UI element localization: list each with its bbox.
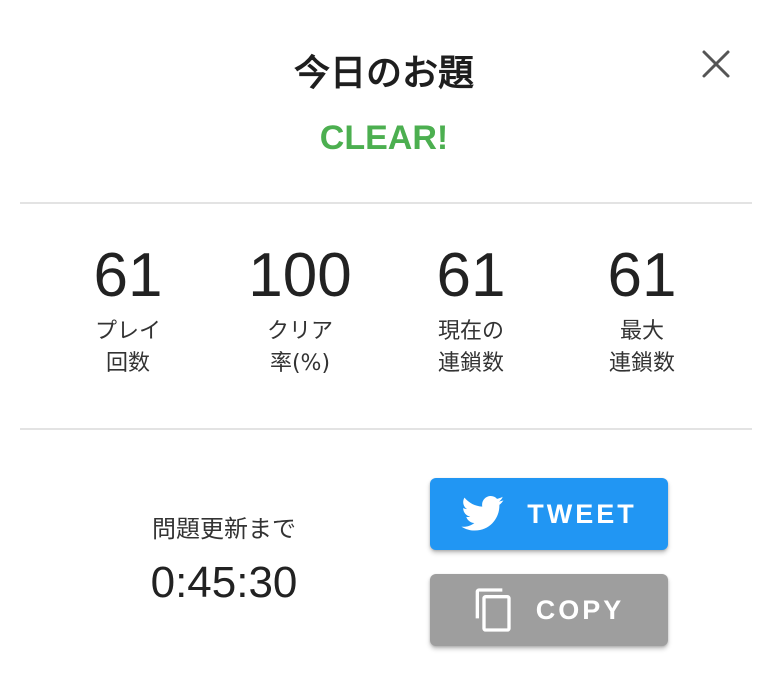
result-status: CLEAR! [319, 119, 449, 157]
dialog-title: 今日のお題 [293, 53, 474, 94]
stat-label-line1: クリア [266, 319, 333, 344]
stat-value: 61 [607, 241, 677, 310]
tweet-button[interactable]: TWEET [430, 478, 668, 550]
divider-top [20, 202, 752, 204]
countdown-timer: 0:45:30 [150, 558, 298, 607]
stat-label-line2: 連鎖数 [608, 351, 675, 376]
countdown-label: 問題更新まで [152, 515, 296, 543]
stat-play-count: 61 プレイ 回数 [43, 238, 213, 380]
stat-label-line2: 率(%) [269, 351, 331, 376]
copy-icon [474, 588, 514, 632]
stats-dialog: 今日のお題 CLEAR! 61 プレイ 回数 100 クリア 率(%) 61 現… [0, 0, 768, 698]
copy-button[interactable]: COPY [430, 574, 668, 646]
stat-label-line2: 連鎖数 [437, 351, 504, 376]
stat-label: 最大 連鎖数 [557, 316, 727, 380]
stat-label-line1: プレイ [94, 319, 161, 344]
stat-value: 61 [436, 241, 506, 310]
copy-button-label: COPY [535, 594, 625, 625]
stats-row: 61 プレイ 回数 100 クリア 率(%) 61 現在の 連鎖数 61 最大 [0, 238, 768, 388]
tweet-button-label: TWEET [527, 498, 637, 529]
stat-value: 61 [93, 241, 163, 310]
stat-max-streak: 61 最大 連鎖数 [557, 238, 727, 380]
stat-label-line2: 回数 [105, 351, 150, 376]
stat-current-streak: 61 現在の 連鎖数 [386, 238, 556, 380]
stat-value: 100 [248, 241, 352, 310]
stat-label-line1: 現在の [437, 319, 504, 344]
twitter-bird-icon [461, 496, 505, 532]
stat-label: クリア 率(%) [215, 316, 385, 380]
stat-label-line1: 最大 [619, 319, 664, 344]
stat-label: プレイ 回数 [43, 316, 213, 380]
stat-label: 現在の 連鎖数 [386, 316, 556, 380]
stat-clear-rate: 100 クリア 率(%) [215, 238, 385, 380]
divider-bottom [20, 428, 752, 430]
